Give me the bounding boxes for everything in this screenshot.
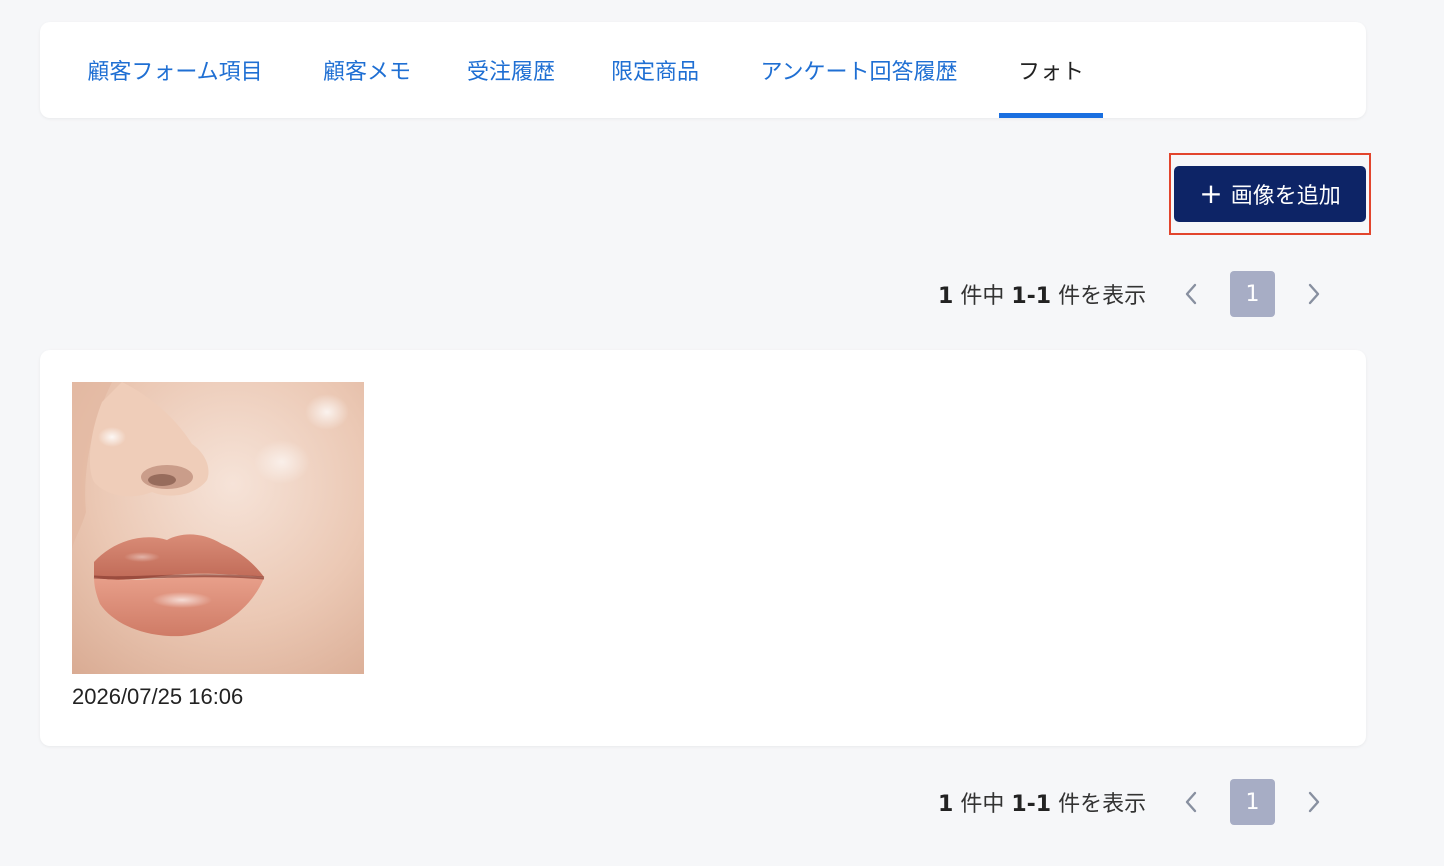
next-page-button[interactable] [1291, 271, 1337, 317]
next-page-button[interactable] [1291, 779, 1337, 825]
chevron-right-icon [1308, 283, 1320, 305]
page-number-current[interactable]: 1 [1230, 271, 1275, 317]
pagination-top: 1 件中 1-1 件を表示 1 [930, 271, 1350, 317]
pagination-summary: 1 件中 1-1 件を表示 [930, 786, 1168, 818]
photo-timestamp: 2026/07/25 16:06 [72, 684, 244, 709]
tab-label: アンケート回答履歴 [760, 60, 958, 85]
total-count: 1 [938, 792, 954, 817]
add-image-label: 画像を追加 [1230, 184, 1341, 209]
tab-label: 限定商品 [610, 60, 699, 85]
page-number-current[interactable]: 1 [1230, 779, 1275, 825]
tab-label: 顧客フォーム項目 [87, 60, 263, 85]
photo-thumbnail[interactable] [72, 382, 364, 674]
tab-limited-products[interactable]: 限定商品 [607, 54, 703, 118]
chevron-left-icon [1185, 791, 1197, 813]
tab-customer-memo[interactable]: 顧客メモ [319, 54, 415, 118]
pagination-summary: 1 件中 1-1 件を表示 [930, 278, 1168, 310]
range-text: 1-1 [1011, 284, 1052, 309]
add-image-button[interactable]: + 画像を追加 [1174, 166, 1366, 222]
chevron-left-icon [1185, 283, 1197, 305]
prev-page-button[interactable] [1168, 779, 1214, 825]
tab-bar: 顧客フォーム項目 顧客メモ 受注履歴 限定商品 アンケート回答履歴 フォト [40, 22, 1366, 118]
tab-customer-form-fields[interactable]: 顧客フォーム項目 [80, 54, 270, 118]
summary-text: 件を表示 [1058, 284, 1147, 309]
tab-label: 顧客メモ [322, 60, 411, 85]
photo-gallery: 2026/07/25 16:06 [40, 350, 1366, 746]
tab-label: フォト [1017, 60, 1084, 85]
tab-label: 受注履歴 [466, 60, 555, 85]
tab-photo[interactable]: フォト [999, 54, 1103, 118]
summary-text: 件中 [960, 792, 1005, 817]
summary-text: 件中 [960, 284, 1005, 309]
plus-icon: + [1199, 177, 1223, 210]
active-tab-indicator [999, 113, 1103, 118]
tab-survey-history[interactable]: アンケート回答履歴 [751, 54, 967, 118]
pagination-bottom: 1 件中 1-1 件を表示 1 [930, 779, 1350, 825]
prev-page-button[interactable] [1168, 271, 1214, 317]
lips-photo [72, 382, 364, 674]
chevron-right-icon [1308, 791, 1320, 813]
total-count: 1 [938, 284, 954, 309]
range-text: 1-1 [1011, 792, 1052, 817]
summary-text: 件を表示 [1058, 792, 1147, 817]
tab-order-history[interactable]: 受注履歴 [463, 54, 559, 118]
